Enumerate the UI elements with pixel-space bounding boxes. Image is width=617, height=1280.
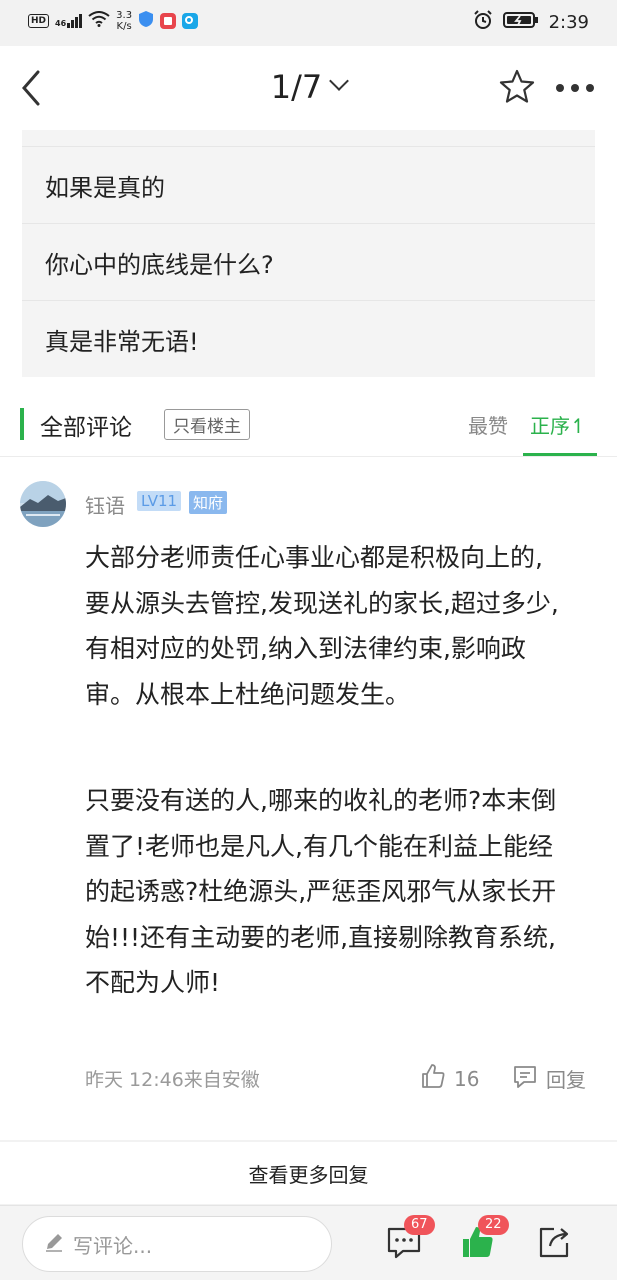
quote-line: 你心中的底线是什么? <box>22 223 595 300</box>
op-only-button[interactable]: 只看楼主 <box>164 409 250 440</box>
status-bar: HD 46 3.3 K/s 2:39 <box>0 0 617 46</box>
level-badge: LV11 <box>137 491 182 511</box>
top-nav-bar: 1/7 <box>0 46 617 130</box>
chevron-down-icon <box>329 71 350 91</box>
comment-username[interactable]: 钰语 <box>85 490 125 519</box>
clock: 2:39 <box>548 11 589 33</box>
like-post-button[interactable]: 22 <box>460 1215 509 1260</box>
wifi-icon <box>88 11 110 31</box>
red-app-icon <box>160 13 177 29</box>
sort-most-liked-tab[interactable]: 最赞 <box>468 410 508 439</box>
like-count-badge: 22 <box>478 1215 509 1235</box>
divider <box>0 456 617 457</box>
more-options-icon[interactable] <box>556 84 594 92</box>
reply-label: 回复 <box>546 1068 586 1092</box>
comment-input-placeholder: 写评论... <box>73 1233 153 1258</box>
hd-icon: HD <box>28 14 50 28</box>
star-icon[interactable] <box>498 68 536 106</box>
shield-app-icon <box>138 10 154 32</box>
rank-badge: 知府 <box>189 491 228 514</box>
comments-button[interactable]: 67 <box>386 1215 435 1260</box>
reply-button[interactable]: 回复 <box>512 1063 586 1094</box>
comment-count-badge: 67 <box>404 1215 435 1235</box>
share-icon[interactable] <box>536 1224 572 1260</box>
thumbs-up-icon <box>420 1063 446 1094</box>
network-speed: 3.3 K/s <box>116 10 133 32</box>
quote-line: 如果是真的 <box>22 146 595 223</box>
comment-meta: 昨天 12:46来自安徽 <box>85 1069 260 1091</box>
main-content: 如果是真的 你心中的底线是什么? 真是非常无语! 全部评论 只看楼主 最赞 正序… <box>0 130 617 1140</box>
battery-icon <box>502 11 539 33</box>
cellular-signal-icon: 46 <box>55 14 83 28</box>
section-accent-bar <box>20 408 24 440</box>
like-button[interactable]: 16 <box>420 1063 479 1094</box>
view-more-replies-button[interactable]: 查看更多回复 <box>0 1142 617 1204</box>
reply-icon <box>512 1063 538 1094</box>
avatar[interactable] <box>20 481 66 527</box>
quoted-post: 如果是真的 你心中的底线是什么? 真是非常无语! <box>22 130 595 377</box>
alarm-icon <box>473 10 493 34</box>
quote-line: 真是非常无语! <box>22 300 595 377</box>
comments-title: 全部评论 <box>40 415 132 441</box>
comment-paragraph: 大部分老师责任心事业心都是积极向上的,要从源头去管控,发现送礼的家长,超过多少,… <box>85 543 559 709</box>
comments-header: 全部评论 只看楼主 最赞 正序↿ <box>0 400 617 456</box>
comment-input[interactable]: 写评论... <box>22 1216 332 1272</box>
comment-paragraph: 只要没有送的人,哪来的收礼的老师?本末倒置了!老师也是凡人,有几个能在利益上能经… <box>85 786 557 997</box>
pencil-icon <box>43 1231 65 1258</box>
bottom-action-bar: 写评论... 67 22 <box>0 1205 617 1280</box>
sort-ascending-tab[interactable]: 正序↿ <box>530 410 587 439</box>
search-app-icon <box>182 13 199 29</box>
like-count: 16 <box>454 1066 480 1091</box>
